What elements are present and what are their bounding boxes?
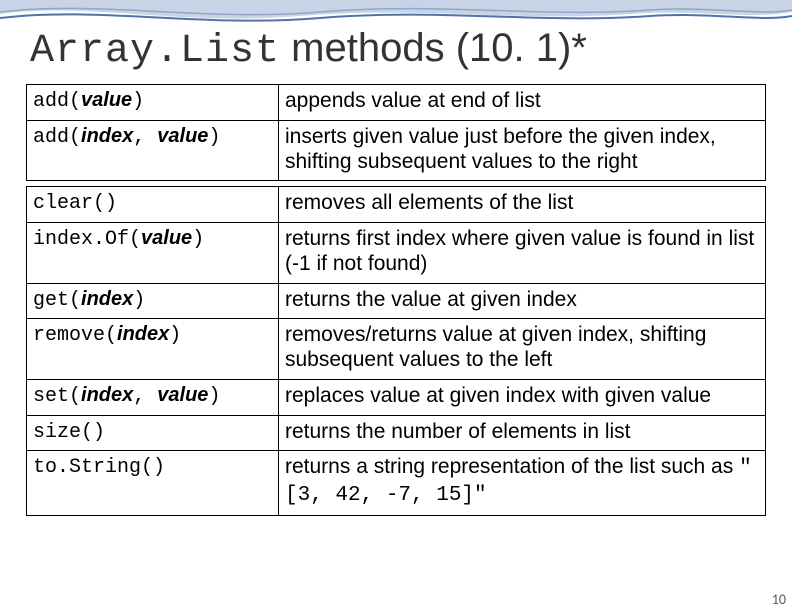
method-cell: add(index, value): [27, 120, 279, 181]
description-cell: appends value at end of list: [279, 85, 766, 121]
methods-tables: add(value) appends value at end of list …: [26, 84, 766, 521]
title-plain: methods (10. 1)*: [280, 26, 587, 70]
methods-table-1: add(value) appends value at end of list …: [26, 84, 766, 181]
table-row: add(value) appends value at end of list: [27, 85, 766, 121]
title-mono: Array.List: [30, 29, 280, 74]
description-cell: returns first index where given value is…: [279, 223, 766, 284]
description-cell: returns the value at given index: [279, 283, 766, 319]
description-cell: inserts given value just before the give…: [279, 120, 766, 181]
table-row: add(index, value) inserts given value ju…: [27, 120, 766, 181]
description-cell: replaces value at given index with given…: [279, 379, 766, 415]
method-cell: set(index, value): [27, 379, 279, 415]
method-cell: clear(): [27, 187, 279, 223]
description-cell: returns a string representation of the l…: [279, 451, 766, 516]
table-row: set(index, value) replaces value at give…: [27, 379, 766, 415]
method-cell: get(index): [27, 283, 279, 319]
table-row: size() returns the number of elements in…: [27, 415, 766, 451]
header-wave-decoration: [0, 0, 792, 26]
description-cell: removes all elements of the list: [279, 187, 766, 223]
table-row: index.Of(value) returns first index wher…: [27, 223, 766, 284]
methods-table-2: clear() removes all elements of the list…: [26, 186, 766, 516]
table-row: remove(index) removes/returns value at g…: [27, 319, 766, 380]
method-cell: remove(index): [27, 319, 279, 380]
method-cell: to.String(): [27, 451, 279, 516]
table-row: clear() removes all elements of the list: [27, 187, 766, 223]
method-cell: add(value): [27, 85, 279, 121]
table-row: get(index) returns the value at given in…: [27, 283, 766, 319]
page-number: 10: [772, 591, 786, 608]
method-cell: index.Of(value): [27, 223, 279, 284]
slide-title: Array.List methods (10. 1)*: [30, 26, 587, 74]
table-row: to.String() returns a string representat…: [27, 451, 766, 516]
description-cell: removes/returns value at given index, sh…: [279, 319, 766, 380]
method-cell: size(): [27, 415, 279, 451]
description-cell: returns the number of elements in list: [279, 415, 766, 451]
